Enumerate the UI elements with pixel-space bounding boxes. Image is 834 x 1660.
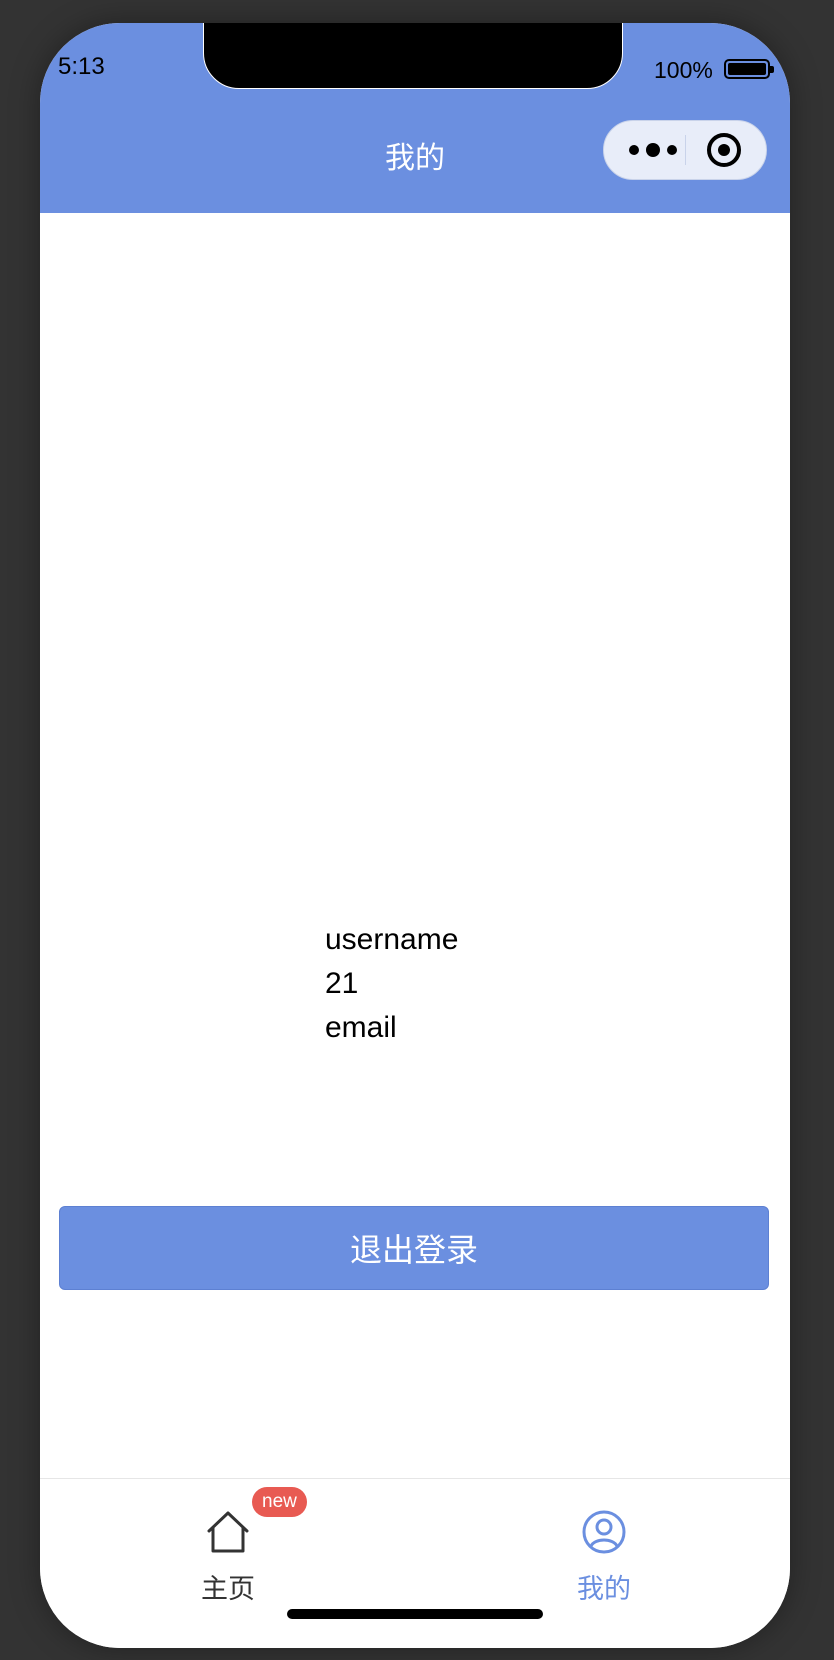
tab-home[interactable]: new 主页 xyxy=(148,1487,308,1609)
battery-icon xyxy=(724,59,774,79)
home-icon xyxy=(205,1509,251,1555)
mini-program-capsule xyxy=(603,120,767,180)
profile-info: username 21 email xyxy=(325,918,458,1050)
age-text: 21 xyxy=(325,967,359,1000)
navigation-bar: 5:13 100% 我的 xyxy=(40,23,790,213)
battery-fill xyxy=(728,63,766,75)
user-circle-icon xyxy=(581,1509,627,1555)
tab-home-label: 主页 xyxy=(201,1574,255,1605)
main-content: username 21 email 退出登录 xyxy=(40,213,790,1478)
tab-bar: new 主页 我的 xyxy=(40,1478,790,1648)
logout-button[interactable]: 退出登录 xyxy=(59,1206,769,1290)
status-time: 5:13 xyxy=(58,53,105,80)
device-notch xyxy=(203,23,623,89)
email-text: email xyxy=(325,1011,397,1044)
username-text: username xyxy=(325,923,459,956)
more-dots-icon[interactable] xyxy=(624,121,684,179)
new-badge: new xyxy=(252,1487,307,1517)
tab-mine-label: 我的 xyxy=(577,1574,631,1605)
phone-screen: 5:13 100% 我的 username 21 email 退出登录 new … xyxy=(40,23,790,1648)
capsule-divider xyxy=(685,135,686,165)
target-circle-icon[interactable] xyxy=(704,130,744,170)
tab-mine[interactable]: 我的 xyxy=(524,1499,684,1609)
battery-cap xyxy=(770,66,774,73)
home-indicator[interactable] xyxy=(287,1609,543,1619)
battery-percent: 100% xyxy=(654,57,713,83)
